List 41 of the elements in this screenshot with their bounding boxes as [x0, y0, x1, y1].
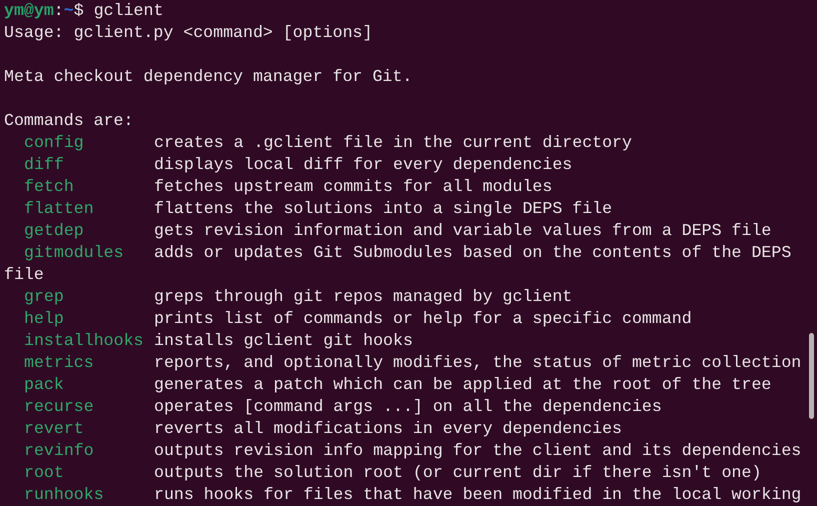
- command-name: root: [23, 462, 65, 484]
- command-description: adds or updates Git Submodules based on the contents of the DEPS: [154, 242, 792, 264]
- command-description: reverts all modifications in every dependencies: [154, 418, 622, 440]
- command-name: grep: [23, 286, 65, 308]
- command-description: gets revision information and variable values from a DEPS file: [154, 220, 772, 242]
- command-description: outputs revision info mapping for the client and its dependencies: [154, 440, 802, 462]
- command-text: gclient: [94, 0, 164, 22]
- command-name: runhooks: [23, 484, 105, 506]
- command-description: operates [command args ...] on all the dependencies: [154, 396, 662, 418]
- prompt-path: ~: [64, 0, 74, 22]
- command-description: outputs the solution root (or current dir if there isn't one): [154, 462, 762, 484]
- description-text: Meta checkout dependency manager for Git.: [4, 67, 412, 86]
- command-description: displays local diff for every dependencies: [154, 154, 572, 176]
- command-description: runs hooks for files that have been modified in the local working: [154, 484, 802, 506]
- command-name: help: [23, 308, 65, 330]
- command-description: greps through git repos managed by gclient: [154, 286, 572, 308]
- prompt-user-host: ym@ym: [4, 0, 54, 22]
- command-description: installs gclient git hooks: [154, 330, 413, 352]
- command-name: diff: [23, 154, 65, 176]
- prompt-symbol: $: [74, 0, 84, 22]
- prompt-separator: :: [54, 0, 64, 22]
- usage-text: Usage: gclient.py <command> [options]: [4, 23, 372, 42]
- command-description: reports, and optionally modifies, the status of metric collection: [154, 352, 802, 374]
- command-name: getdep: [23, 220, 85, 242]
- command-description: flattens the solutions into a single DEPS file: [154, 198, 612, 220]
- command-name: gitmodules: [23, 242, 125, 264]
- command-name: pack: [23, 374, 65, 396]
- command-description: fetches upstream commits for all modules: [154, 176, 552, 198]
- command-name: flatten: [23, 198, 95, 220]
- command-name: metrics: [23, 352, 95, 374]
- command-name: config: [23, 132, 85, 154]
- command-name: installhooks: [23, 330, 144, 352]
- command-description: creates a .gclient file in the current directory: [154, 132, 632, 154]
- command-description: generates a patch which can be applied at the root of the tree: [154, 374, 772, 396]
- command-name: revinfo: [23, 440, 95, 462]
- command-name: fetch: [23, 176, 75, 198]
- command-description-continuation: file: [4, 265, 44, 284]
- command-description: prints list of commands or help for a specific command: [154, 308, 692, 330]
- commands-heading: Commands are:: [4, 111, 134, 130]
- command-name: revert: [23, 418, 85, 440]
- command-name: recurse: [23, 396, 95, 418]
